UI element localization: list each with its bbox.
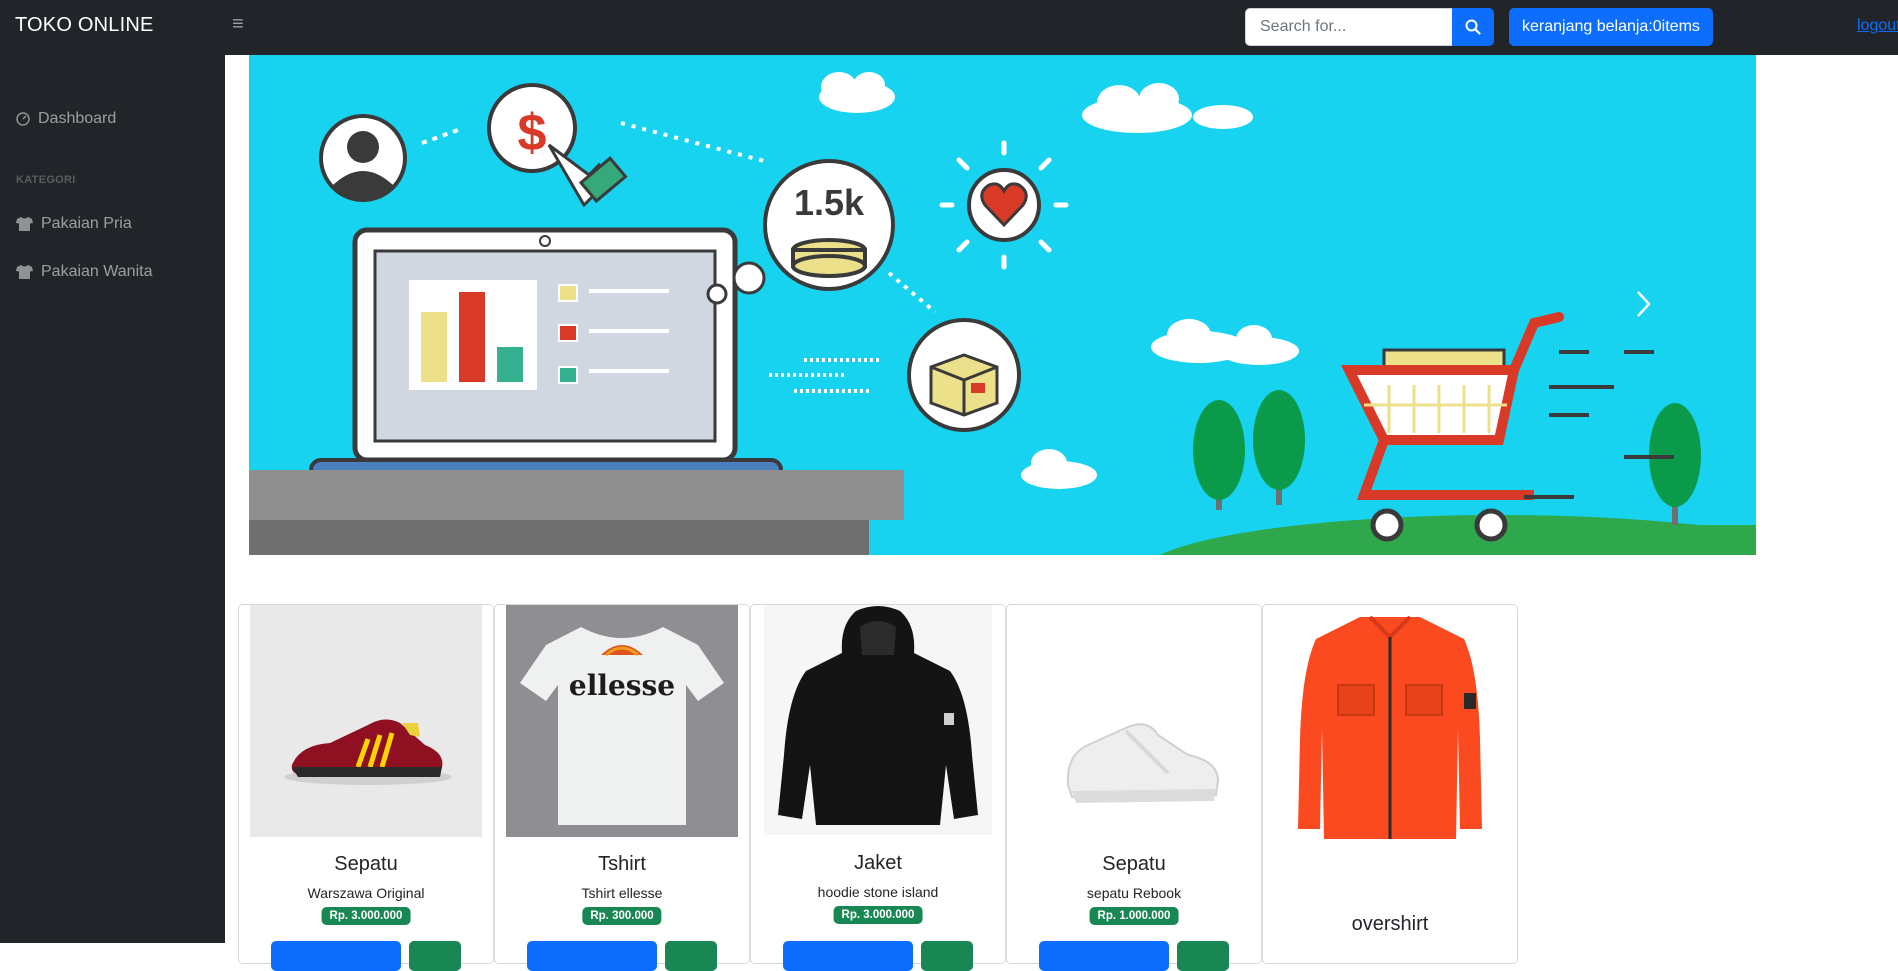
product-image[interactable]: ellesse: [506, 605, 738, 837]
product-subtitle: Tshirt ellesse: [581, 885, 663, 901]
product-image[interactable]: [1274, 609, 1506, 849]
detail-button[interactable]: [527, 941, 657, 971]
white-tshirt-image: ellesse: [506, 605, 738, 837]
add-to-cart-button[interactable]: [921, 941, 973, 971]
orange-overshirt-image: [1274, 609, 1506, 849]
dollar-coin-icon: $: [487, 83, 628, 208]
shopping-cart-illustration: [1340, 312, 1674, 542]
carousel-next-icon[interactable]: [1634, 289, 1654, 319]
product-subtitle: hoodie stone island: [817, 884, 939, 900]
product-subtitle: sepatu Rebook: [1086, 885, 1182, 901]
detail-button[interactable]: [271, 941, 401, 971]
product-image[interactable]: [1018, 605, 1250, 837]
hero-banner-carousel: $ 1.5k: [249, 55, 1756, 555]
black-hoodie-image: [764, 605, 992, 835]
add-to-cart-button[interactable]: [409, 941, 461, 971]
ecommerce-illustration: $ 1.5k: [249, 72, 1756, 555]
search-button[interactable]: [1452, 8, 1494, 46]
product-card: Sepatu Warszawa Original Rp. 3.000.000: [238, 604, 494, 971]
svg-text:1.5k: 1.5k: [794, 182, 865, 223]
user-avatar-icon: [319, 114, 407, 202]
product-subtitle: Warszawa Original: [307, 885, 425, 901]
product-title: Jaket: [854, 852, 902, 874]
logout-link[interactable]: logout: [1857, 17, 1898, 35]
product-card: overshirt: [1262, 604, 1518, 964]
tshirt-icon: [16, 265, 33, 279]
product-title: Sepatu: [1102, 853, 1166, 875]
sidebar-item-pakaian-wanita[interactable]: Pakaian Wanita: [16, 263, 152, 281]
sidebar-item-dashboard[interactable]: Dashboard: [16, 110, 116, 128]
product-image[interactable]: [250, 605, 482, 837]
tshirt-icon: [16, 217, 33, 231]
coin-stack-icon: 1.5k: [763, 159, 895, 291]
price-badge: Rp. 3.000.000: [833, 906, 923, 924]
red-sneaker-image: [250, 605, 482, 837]
search-input[interactable]: [1245, 8, 1452, 46]
white-sneaker-image: [1018, 605, 1250, 837]
sidebar-item-pakaian-pria[interactable]: Pakaian Pria: [16, 215, 132, 233]
carousel-prev-icon[interactable]: [349, 289, 369, 319]
search-form: [1245, 8, 1494, 46]
laptop-illustration: [309, 227, 783, 492]
product-title: Sepatu: [334, 853, 398, 875]
price-badge: Rp. 300.000: [582, 907, 662, 925]
product-title: overshirt: [1351, 913, 1429, 935]
sidebar-toggle-icon[interactable]: ≡: [232, 14, 244, 34]
brand-title[interactable]: TOKO ONLINE: [15, 14, 154, 37]
sidebar: Dashboard KATEGORI Pakaian Pria Pakaian …: [0, 55, 225, 943]
heart-icon: [939, 140, 1069, 270]
sidebar-item-label: Dashboard: [38, 110, 117, 127]
product-image[interactable]: [764, 605, 992, 835]
product-card: Jaket hoodie stone island Rp. 3.000.000: [750, 604, 1006, 971]
dashboard-icon: [16, 112, 30, 126]
product-card: Sepatu sepatu Rebook Rp. 1.000.000: [1006, 604, 1262, 971]
top-navbar: TOKO ONLINE ≡ keranjang belanja:0items l…: [0, 0, 1898, 55]
detail-button[interactable]: [783, 941, 913, 971]
sidebar-heading: KATEGORI: [16, 174, 76, 186]
sidebar-item-label: Pakaian Wanita: [41, 263, 153, 280]
svg-text:$: $: [518, 104, 547, 162]
svg-text:ellesse: ellesse: [569, 669, 675, 702]
add-to-cart-button[interactable]: [1177, 941, 1229, 971]
product-title: Tshirt: [598, 853, 646, 875]
add-to-cart-button[interactable]: [665, 941, 717, 971]
sidebar-item-label: Pakaian Pria: [41, 215, 132, 232]
detail-button[interactable]: [1039, 941, 1169, 971]
product-card: ellesse Tshirt Tshirt ellesse Rp. 300.00…: [494, 604, 750, 971]
search-icon: [1465, 19, 1481, 35]
price-badge: Rp. 3.000.000: [321, 907, 411, 925]
package-box-icon: [907, 318, 1021, 432]
price-badge: Rp. 1.000.000: [1089, 907, 1179, 925]
cart-button[interactable]: keranjang belanja:0items: [1509, 8, 1713, 46]
